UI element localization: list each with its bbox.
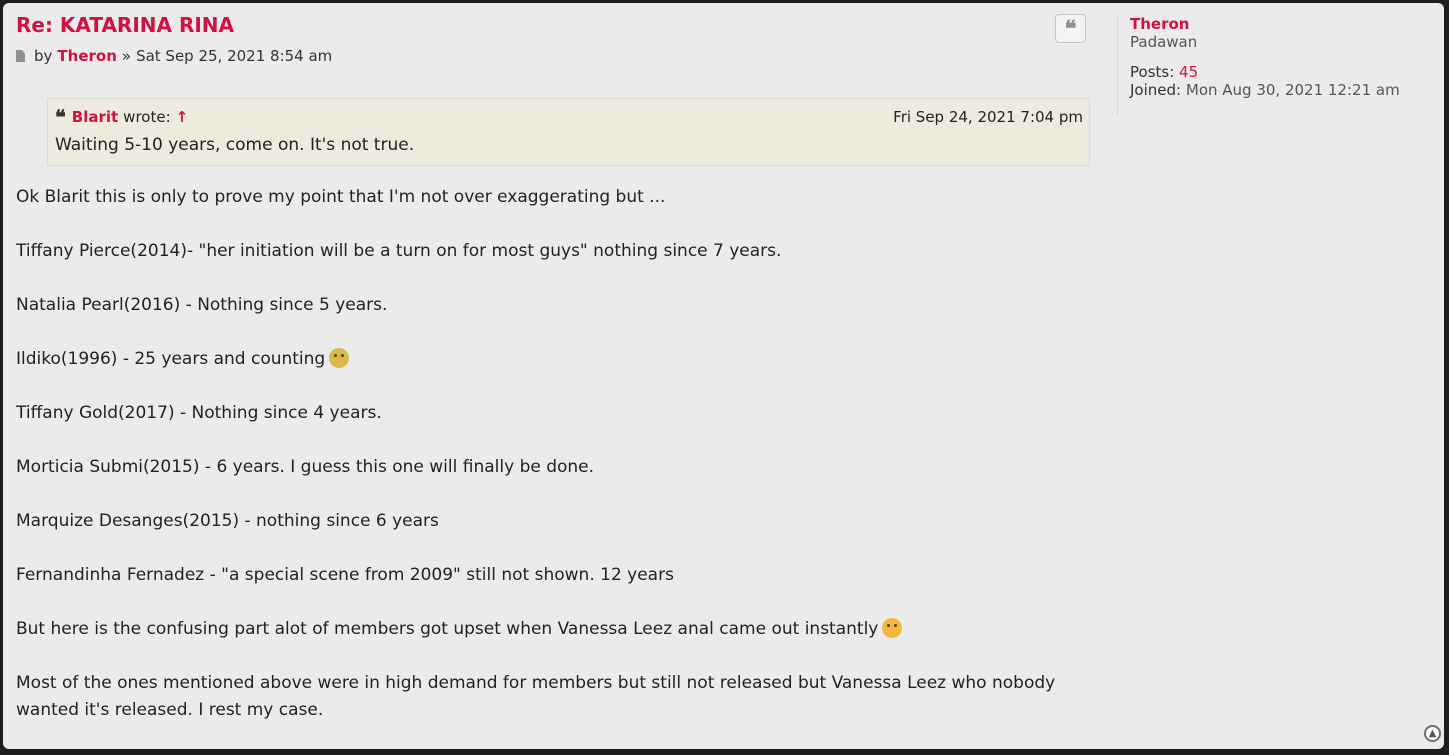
post-paragraph: Ok Blarit this is only to prove my point… — [16, 184, 1091, 211]
post-paragraph: Natalia Pearl(2016) - Nothing since 5 ye… — [16, 292, 1091, 319]
meta-separator: » — [121, 47, 132, 65]
forum-post: Re: KATARINA RINA by Theron » Sat Sep 25… — [3, 3, 1444, 749]
quote-marks-icon: ❝ — [55, 104, 66, 129]
post-content: Ok Blarit this is only to prove my point… — [16, 184, 1091, 751]
paragraph-text: Natalia Pearl(2016) - Nothing since 5 ye… — [16, 295, 388, 315]
post-paragraph: Marquize Desanges(2015) - nothing since … — [16, 508, 1091, 535]
profile-rank: Padawan — [1130, 33, 1198, 51]
post-date: Sat Sep 25, 2021 8:54 am — [136, 47, 333, 65]
quote-date: Fri Sep 24, 2021 7:04 pm — [893, 108, 1083, 126]
quote-text: Waiting 5-10 years, come on. It's not tr… — [55, 135, 415, 155]
paragraph-text: Most of the ones mentioned above were in… — [16, 673, 1056, 720]
post-file-icon[interactable] — [16, 50, 25, 62]
joined-date: Mon Aug 30, 2021 12:21 am — [1185, 81, 1400, 99]
posts-label: Posts: — [1130, 63, 1175, 81]
post-paragraph: But here is the confusing part alot of m… — [16, 616, 1091, 643]
post-paragraph: Morticia Submi(2015) - 6 years. I guess … — [16, 454, 1091, 481]
paragraph-text: Tiffany Gold(2017) - Nothing since 4 yea… — [16, 403, 382, 423]
post-profile: Theron Padawan Posts: 45 Joined: Mon Aug… — [1117, 15, 1400, 115]
posts-count-link[interactable]: 45 — [1179, 63, 1198, 81]
post-paragraph: Ildiko(1996) - 25 years and counting — [16, 346, 1091, 373]
post-paragraph: Most of the ones mentioned above were in… — [16, 670, 1091, 724]
post-paragraph: Tiffany Gold(2017) - Nothing since 4 yea… — [16, 400, 1091, 427]
joined-label: Joined: — [1130, 81, 1182, 99]
quote-author-link[interactable]: Blarit — [72, 108, 118, 126]
quote-icon: ❝ — [1064, 15, 1077, 42]
blockquote: ❝ Blarit wrote: ↑ Fri Sep 24, 2021 7:04 … — [47, 98, 1090, 166]
jump-to-post-link[interactable]: ↑ — [176, 108, 189, 126]
paragraph-text: Morticia Submi(2015) - 6 years. I guess … — [16, 457, 595, 477]
chevron-up-icon: ▲ — [1428, 728, 1437, 739]
back-to-top-button[interactable]: ▲ — [1424, 725, 1441, 742]
post-paragraph: Fernandinha Fernadez - "a special scene … — [16, 562, 1091, 589]
nauseated-face-emoji-icon — [329, 348, 350, 368]
thinking-face-emoji-icon — [882, 618, 903, 638]
paragraph-text: But here is the confusing part alot of m… — [16, 619, 879, 639]
paragraph-text: Tiffany Pierce(2014)- "her initiation wi… — [16, 241, 782, 261]
quote-cite: ❝ Blarit wrote: ↑ — [55, 104, 189, 129]
post-author-link[interactable]: Theron — [57, 47, 116, 65]
paragraph-text: Ildiko(1996) - 25 years and counting — [16, 349, 326, 369]
quote-button[interactable]: ❝ — [1055, 14, 1086, 43]
by-label: by — [34, 47, 53, 65]
post-meta: by Theron » Sat Sep 25, 2021 8:54 am — [16, 47, 332, 65]
post-paragraph: Tiffany Pierce(2014)- "her initiation wi… — [16, 238, 1091, 265]
paragraph-text: Marquize Desanges(2015) - nothing since … — [16, 511, 439, 531]
post-title[interactable]: Re: KATARINA RINA — [16, 13, 234, 37]
profile-username[interactable]: Theron — [1130, 15, 1400, 33]
profile-posts: Posts: 45 — [1130, 63, 1400, 81]
paragraph-text: Fernandinha Fernadez - "a special scene … — [16, 565, 674, 585]
paragraph-text: Ok Blarit this is only to prove my point… — [16, 187, 666, 207]
quote-wrote-label: wrote: — [123, 108, 171, 126]
profile-joined: Joined: Mon Aug 30, 2021 12:21 am — [1130, 81, 1400, 99]
